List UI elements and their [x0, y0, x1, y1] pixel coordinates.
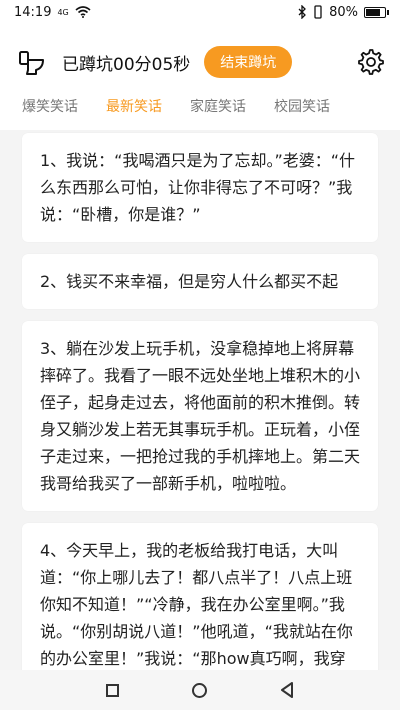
recent-apps-button[interactable]: [106, 683, 120, 697]
joke-card[interactable]: 4、今天早上，我的老板给我打电话，大叫道：“你上哪儿去了！都八点半了！八点上班你…: [22, 523, 378, 670]
joke-card[interactable]: 3、躺在沙发上玩手机，没拿稳掉地上将屏幕摔碎了。我看了一眼不远处坐地上堆积木的小…: [22, 321, 378, 511]
tab-hilarious[interactable]: 爆笑笑话: [22, 96, 78, 116]
battery-fill: [366, 8, 380, 16]
joke-card[interactable]: 2、钱买不来幸福，但是穷人什么都买不起: [22, 254, 378, 309]
network-label: 4G: [57, 7, 69, 17]
battery-icon: [364, 6, 389, 18]
joke-text: 2、钱买不来幸福，但是穷人什么都买不起: [40, 272, 339, 291]
gear-icon[interactable]: [358, 49, 384, 75]
joke-text: 4、今天早上，我的老板给我打电话，大叫道：“你上哪儿去了！都八点半了！八点上班你…: [40, 541, 353, 668]
status-bar: 14:19 4G 80%: [0, 0, 400, 24]
vibrate-icon: [314, 5, 322, 19]
status-left: 14:19 4G: [14, 5, 91, 20]
battery-percent: 80%: [329, 4, 358, 20]
home-button[interactable]: [191, 682, 207, 698]
joke-text: 1、我说：“我喝酒只是为了忘却。”老婆：“什么东西那么可怕，让你非得忘了不可呀？…: [40, 151, 356, 224]
clock: 14:19: [14, 4, 52, 20]
joke-list[interactable]: 1、我说：“我喝酒只是为了忘却。”老婆：“什么东西那么可怕，让你非得忘了不可呀？…: [0, 130, 400, 670]
squat-timer: 已蹲坑00分05秒: [62, 54, 191, 75]
bluetooth-icon: [298, 5, 307, 19]
joke-text: 3、躺在沙发上玩手机，没拿稳掉地上将屏幕摔碎了。我看了一眼不远处坐地上堆积木的小…: [40, 339, 361, 493]
tab-campus[interactable]: 校园笑话: [274, 96, 330, 116]
end-squat-button[interactable]: 结束蹲坑: [204, 46, 293, 78]
header: 已蹲坑00分05秒 结束蹲坑: [0, 40, 400, 84]
category-tabs: 爆笑笑话 最新笑话 家庭笑话 校园笑话: [0, 92, 400, 120]
joke-card[interactable]: 1、我说：“我喝酒只是为了忘却。”老婆：“什么东西那么可怕，让你非得忘了不可呀？…: [22, 133, 378, 242]
system-nav-bar: [0, 670, 400, 710]
toilet-icon: [19, 51, 44, 75]
tab-family[interactable]: 家庭笑话: [190, 96, 246, 116]
wifi-icon: [75, 6, 91, 18]
back-button[interactable]: [280, 682, 294, 698]
tab-latest[interactable]: 最新笑话: [106, 96, 162, 116]
status-right: 80%: [297, 4, 389, 20]
